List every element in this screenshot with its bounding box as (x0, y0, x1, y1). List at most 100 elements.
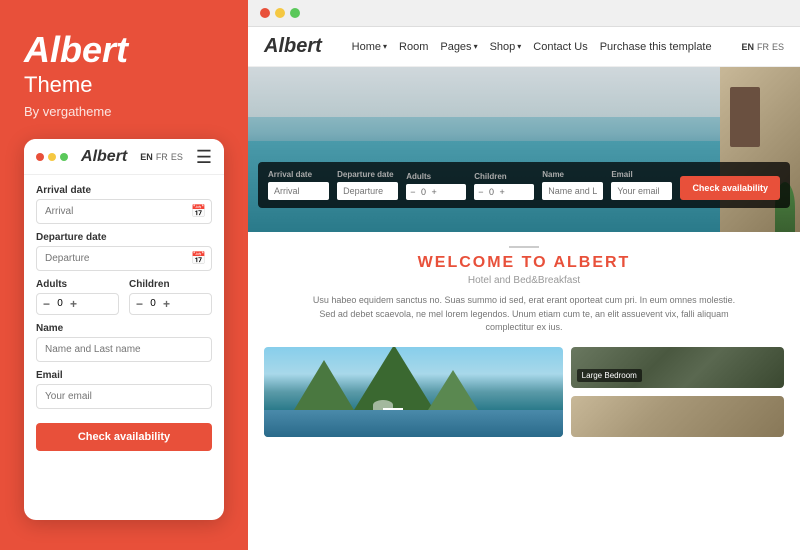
mountain-3 (428, 370, 478, 410)
hero-door (730, 87, 760, 147)
booking-children-field: Children − 0 + (474, 172, 534, 200)
booking-children-label: Children (474, 172, 534, 181)
mobile-departure-input-wrap: 📅 (36, 246, 212, 271)
hero-section: Arrival date Departure date Adults − 0 +… (248, 67, 800, 232)
nav-room[interactable]: Room (399, 41, 428, 53)
mobile-adults-decrement[interactable]: − (43, 298, 50, 310)
browser-chrome (248, 0, 800, 27)
room2-scene (571, 396, 784, 437)
water-reflection (264, 410, 563, 437)
mobile-header: Albert EN FR ES ☰ (24, 139, 224, 175)
booking-children-value: 0 (486, 187, 496, 197)
mobile-adults-increment[interactable]: + (70, 298, 77, 310)
welcome-subtitle: Hotel and Bed&Breakfast (264, 275, 784, 286)
mobile-children-increment[interactable]: + (163, 298, 170, 310)
booking-adults-label: Adults (406, 172, 466, 181)
site-lang: EN FR ES (741, 42, 784, 52)
mobile-adults-col: Adults − 0 + (36, 279, 119, 315)
mobile-name-label: Name (36, 323, 212, 334)
site-lang-es[interactable]: ES (772, 42, 784, 52)
booking-adults-field: Adults − 0 + (406, 172, 466, 200)
site-lang-fr[interactable]: FR (757, 42, 769, 52)
nav-shop[interactable]: Shop ▾ (490, 41, 522, 53)
mobile-adults-value: 0 (54, 298, 66, 309)
booking-email-field: Email (611, 170, 672, 200)
mobile-logo: Albert (81, 148, 127, 166)
brand-title: Albert (24, 30, 224, 70)
mobile-hamburger-icon[interactable]: ☰ (196, 147, 212, 168)
mobile-children-value: 0 (147, 298, 159, 309)
gallery-image-bedroom[interactable]: Large Bedroom (571, 347, 784, 388)
browser-dot-yellow (275, 8, 285, 18)
mobile-arrival-label: Arrival date (36, 185, 212, 196)
booking-children-counter: − 0 + (474, 184, 534, 200)
booking-departure-field: Departure date (337, 170, 398, 200)
mountain-1 (294, 360, 354, 410)
browser-dots (260, 8, 300, 18)
booking-email-input[interactable] (611, 182, 672, 200)
mobile-lang-en[interactable]: EN (140, 152, 153, 162)
nav-purchase[interactable]: Purchase this template (600, 41, 712, 53)
mobile-children-decrement[interactable]: − (136, 298, 143, 310)
welcome-divider (509, 246, 539, 248)
mobile-check-availability-button[interactable]: Check availability (36, 423, 212, 451)
booking-name-input[interactable] (542, 182, 603, 200)
booking-arrival-input[interactable] (268, 182, 329, 200)
booking-check-button[interactable]: Check availability (680, 176, 780, 200)
browser-dot-green (290, 8, 300, 18)
booking-adults-increment[interactable]: + (431, 187, 436, 197)
welcome-text: Usu habeo equidem sanctus no. Suas summo… (304, 294, 744, 335)
mountain-2 (354, 347, 434, 410)
brand-by: By vergatheme (24, 104, 224, 119)
mobile-arrival-input-wrap: 📅 (36, 199, 212, 224)
mobile-dot-red (36, 153, 44, 161)
mobile-form: Arrival date 📅 Departure date 📅 Adults − (24, 175, 224, 461)
mobile-children-col: Children − 0 + (129, 279, 212, 315)
site-nav: Home ▾ Room Pages ▾ Shop ▾ Contact Us Pu… (352, 41, 712, 53)
nav-contact[interactable]: Contact Us (533, 41, 587, 53)
booking-arrival-field: Arrival date (268, 170, 329, 200)
browser-dot-red (260, 8, 270, 18)
booking-name-label: Name (542, 170, 603, 179)
mobile-email-label: Email (36, 370, 212, 381)
booking-name-field: Name (542, 170, 603, 200)
booking-adults-value: 0 (418, 187, 428, 197)
mobile-browser-dots (36, 153, 68, 161)
mobile-lang-fr[interactable]: FR (156, 152, 168, 162)
brand-subtitle: Theme (24, 72, 224, 98)
mobile-adults-children-row: Adults − 0 + Children − 0 + (36, 279, 212, 315)
mobile-mockup: Albert EN FR ES ☰ Arrival date 📅 Departu… (24, 139, 224, 520)
mobile-email-input[interactable] (36, 384, 212, 409)
booking-children-increment[interactable]: + (499, 187, 504, 197)
booking-departure-input[interactable] (337, 182, 398, 200)
left-panel: Albert Theme By vergatheme Albert EN FR … (0, 0, 248, 550)
nav-home[interactable]: Home ▾ (352, 41, 387, 53)
booking-email-label: Email (611, 170, 672, 179)
mobile-children-counter: − 0 + (129, 293, 212, 315)
pool-scene (264, 347, 563, 437)
site-lang-en[interactable]: EN (741, 42, 754, 52)
mobile-departure-label: Departure date (36, 232, 212, 243)
mobile-arrival-input[interactable] (36, 199, 212, 224)
gallery-image-room2[interactable] (571, 396, 784, 437)
mobile-departure-input[interactable] (36, 246, 212, 271)
welcome-title: WELCOME TO ALBERT (264, 254, 784, 272)
gallery-image-pool[interactable] (264, 347, 563, 437)
booking-arrival-label: Arrival date (268, 170, 329, 179)
mobile-arrival-row: Arrival date 📅 (36, 185, 212, 224)
mobile-lang: EN FR ES (140, 152, 183, 162)
mobile-departure-calendar-icon: 📅 (191, 251, 206, 265)
mobile-name-row: Name (36, 323, 212, 362)
nav-pages[interactable]: Pages ▾ (440, 41, 477, 53)
nav-pages-arrow: ▾ (474, 42, 478, 51)
booking-children-decrement[interactable]: − (478, 187, 483, 197)
mobile-children-label: Children (129, 279, 212, 290)
site-content: WELCOME TO ALBERT Hotel and Bed&Breakfas… (248, 232, 800, 550)
mobile-lang-es[interactable]: ES (171, 152, 183, 162)
welcome-section: WELCOME TO ALBERT Hotel and Bed&Breakfas… (264, 246, 784, 335)
site-header: Albert Home ▾ Room Pages ▾ Shop ▾ Contac… (248, 27, 800, 67)
nav-shop-arrow: ▾ (517, 42, 521, 51)
mobile-name-input[interactable] (36, 337, 212, 362)
mobile-adults-counter: − 0 + (36, 293, 119, 315)
booking-adults-decrement[interactable]: − (410, 187, 415, 197)
